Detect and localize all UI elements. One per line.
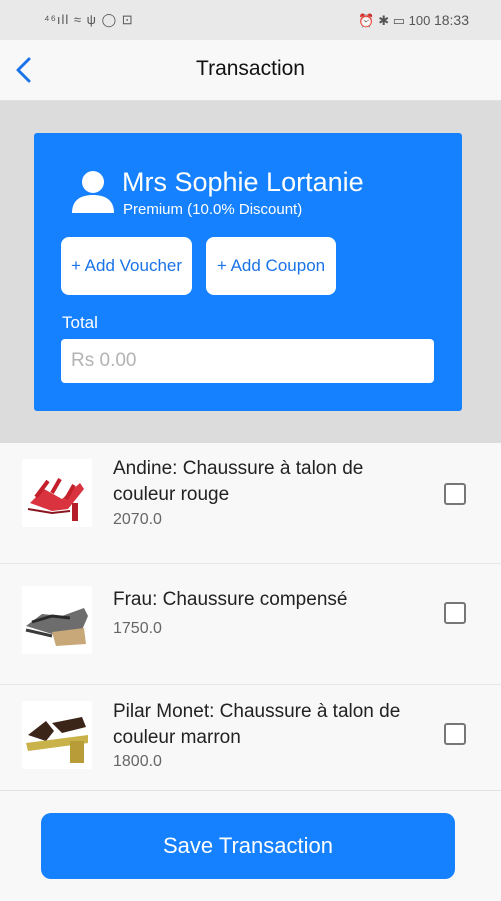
product-price: 2070.0 (113, 511, 162, 528)
product-checkbox[interactable] (444, 723, 466, 745)
customer-card: Mrs Sophie Lortanie Premium (10.0% Disco… (34, 133, 462, 411)
list-item[interactable]: Frau: Chaussure compensé 1750.0 (0, 564, 501, 685)
product-price: 1750.0 (113, 620, 162, 637)
red-heel-image (22, 459, 92, 527)
page-title: Transaction (196, 57, 305, 80)
product-name: Pilar Monet: Chaussure à talon de couleu… (113, 701, 401, 748)
save-transaction-button[interactable]: Save Transaction (41, 813, 455, 879)
product-list: Andine: Chaussure à talon de couleur rou… (0, 443, 501, 799)
product-checkbox[interactable] (444, 483, 466, 505)
wedge-sandal-image (22, 586, 92, 654)
brown-heel-image (22, 701, 92, 769)
clock: 18:33 (433, 12, 469, 28)
user-icon (72, 171, 114, 213)
product-checkbox[interactable] (444, 602, 466, 624)
header-area: Mrs Sophie Lortanie Premium (10.0% Disco… (0, 101, 501, 443)
add-coupon-button[interactable]: + Add Coupon (206, 237, 336, 295)
status-icons-right: ⏰ ✱ ▭ 100 18:33 (358, 12, 469, 29)
customer-tier: Premium (10.0% Discount) (123, 201, 303, 218)
list-item[interactable]: Andine: Chaussure à talon de couleur rou… (0, 443, 501, 564)
status-system-icons: ⏰ ✱ ▭ (358, 13, 405, 28)
list-item[interactable]: Pilar Monet: Chaussure à talon de couleu… (0, 685, 501, 799)
product-price: 1800.0 (113, 753, 162, 770)
status-bar: ⁴⁶ıll ≈ ψ ◯ ⊡ ⏰ ✱ ▭ 100 18:33 (0, 0, 501, 40)
app-bar: Transaction (0, 40, 501, 101)
product-name: Andine: Chaussure à talon de couleur rou… (113, 458, 364, 505)
total-input[interactable] (61, 339, 434, 383)
add-voucher-button[interactable]: + Add Voucher (61, 237, 192, 295)
customer-name: Mrs Sophie Lortanie (122, 167, 364, 197)
battery-level: 100 (408, 13, 431, 28)
status-icons-left: ⁴⁶ıll ≈ ψ ◯ ⊡ (44, 12, 134, 27)
footer: Save Transaction (0, 790, 501, 901)
product-name: Frau: Chaussure compensé (113, 589, 348, 610)
total-label: Total (62, 313, 98, 332)
